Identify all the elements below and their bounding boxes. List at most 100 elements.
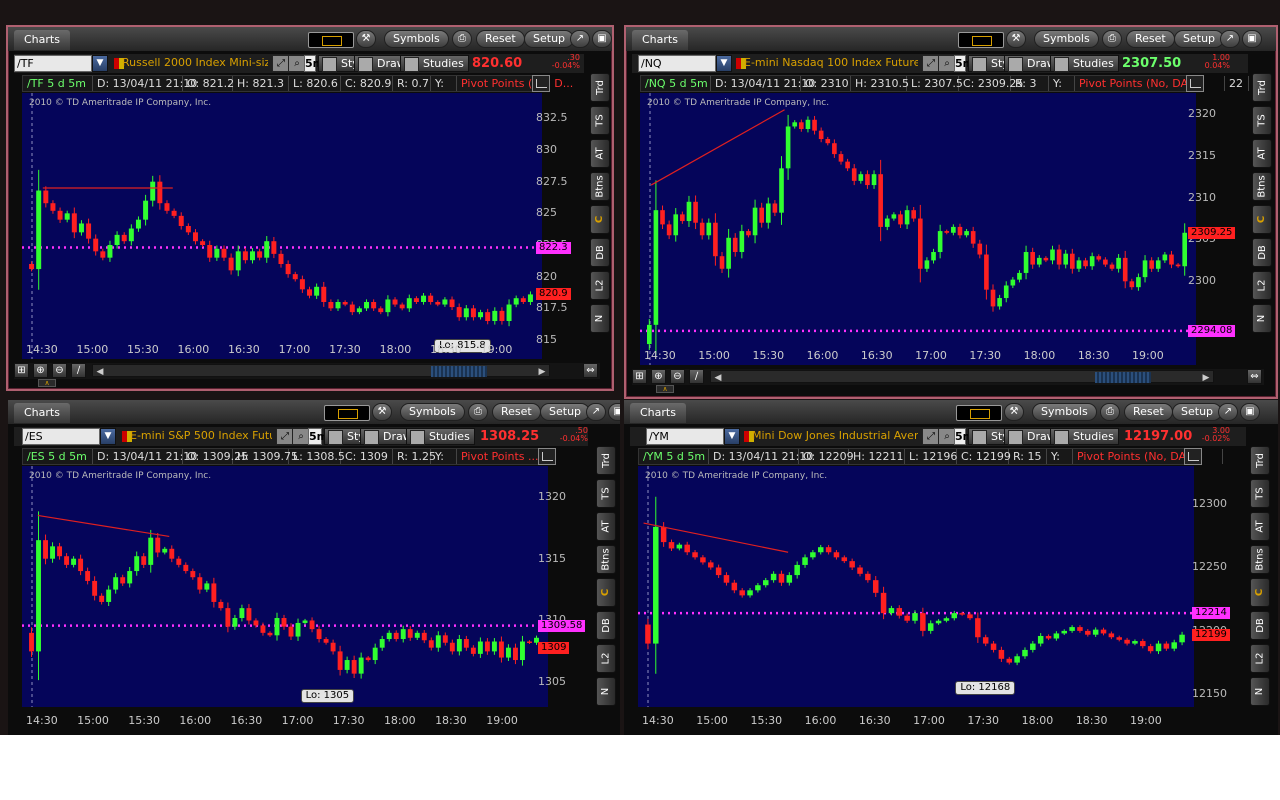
- reset-button[interactable]: Reset: [1124, 403, 1173, 421]
- zoom-in-icon[interactable]: ⊕: [651, 369, 666, 384]
- side-tab-btns[interactable]: Btns: [590, 172, 610, 201]
- timeframe-button[interactable]: 5m: [954, 428, 974, 445]
- scroll-thumb[interactable]: [431, 366, 487, 377]
- symbol-input[interactable]: /NQ: [638, 55, 716, 72]
- close-icon[interactable]: ▣: [1242, 30, 1262, 48]
- side-tab-l2[interactable]: L2: [590, 271, 610, 300]
- zoom-out-icon[interactable]: ⊖: [52, 363, 67, 378]
- charts-tab[interactable]: Charts: [14, 403, 70, 423]
- price-chart[interactable]: 2010 © TD Ameritrade IP Company, Inc. Lo:…: [22, 93, 542, 359]
- expand-icon[interactable]: ⇔: [583, 363, 598, 378]
- grid-icon[interactable]: ⊞: [632, 369, 647, 384]
- side-tab-l2[interactable]: L2: [1252, 271, 1272, 300]
- print-icon[interactable]: ⎙: [1100, 403, 1120, 421]
- timeframe-button[interactable]: 5m: [308, 428, 328, 445]
- studies-button[interactable]: Studies: [406, 428, 475, 445]
- timeframe-button[interactable]: 5m: [304, 55, 324, 72]
- symbol-input[interactable]: /TF: [14, 55, 92, 72]
- expand-icon[interactable]: ⇔: [1247, 369, 1262, 384]
- reset-button[interactable]: Reset: [1126, 30, 1175, 48]
- symbols-button[interactable]: Symbols: [400, 403, 465, 421]
- side-tab-db[interactable]: DB: [1250, 611, 1270, 640]
- wrench-icon[interactable]: ⚒: [1006, 30, 1026, 48]
- side-tab-at[interactable]: AT: [596, 512, 616, 541]
- price-chart[interactable]: 2010 © TD Ameritrade IP Company, Inc.: [640, 93, 1196, 365]
- chart-settings-icon[interactable]: [1184, 448, 1202, 465]
- scroll-right-arrow[interactable]: ▶: [535, 366, 549, 379]
- symbol-dropdown[interactable]: ▼: [716, 55, 732, 72]
- symbol-input[interactable]: /YM: [646, 428, 724, 445]
- symbol-dropdown[interactable]: ▼: [100, 428, 116, 445]
- scroll-track[interactable]: ◀ ▶: [92, 364, 550, 377]
- studies-button[interactable]: Studies: [1050, 428, 1119, 445]
- side-tab-at[interactable]: AT: [1252, 139, 1272, 168]
- side-tab-l2[interactable]: L2: [596, 644, 616, 673]
- scroll-left-arrow[interactable]: ◀: [711, 372, 725, 385]
- side-tab-btns[interactable]: Btns: [1250, 545, 1270, 574]
- symbol-dropdown[interactable]: ▼: [92, 55, 108, 72]
- wrench-icon[interactable]: ⚒: [1004, 403, 1024, 421]
- timeframe-button[interactable]: 5m: [954, 55, 974, 72]
- panel-resize-grip[interactable]: ∧: [656, 385, 674, 393]
- side-tab-trd[interactable]: Trd: [1252, 73, 1272, 102]
- panel-resize-grip[interactable]: ∧: [38, 379, 56, 387]
- pin-icon[interactable]: ↗: [570, 30, 590, 48]
- setup-button[interactable]: Setup: [524, 30, 575, 48]
- side-tab-trd[interactable]: Trd: [1250, 446, 1270, 475]
- side-tab-btns[interactable]: Btns: [1252, 172, 1272, 201]
- side-tab-ts[interactable]: TS: [596, 479, 616, 508]
- side-tab-c[interactable]: C: [1250, 578, 1270, 607]
- draw-line-icon[interactable]: ∕: [71, 363, 86, 378]
- pin-icon[interactable]: ↗: [1218, 403, 1238, 421]
- link-color-swatch[interactable]: [308, 32, 354, 48]
- scroll-left-arrow[interactable]: ◀: [93, 366, 107, 379]
- print-icon[interactable]: ⎙: [452, 30, 472, 48]
- charts-tab[interactable]: Charts: [630, 403, 686, 423]
- symbols-button[interactable]: Symbols: [1032, 403, 1097, 421]
- side-tab-ts[interactable]: TS: [590, 106, 610, 135]
- studies-button[interactable]: Studies: [1050, 55, 1119, 72]
- side-tab-l2[interactable]: L2: [1250, 644, 1270, 673]
- print-icon[interactable]: ⎙: [468, 403, 488, 421]
- wrench-icon[interactable]: ⚒: [356, 30, 376, 48]
- link-color-swatch[interactable]: [324, 405, 370, 421]
- print-icon[interactable]: ⎙: [1102, 30, 1122, 48]
- charts-tab[interactable]: Charts: [14, 30, 70, 50]
- scroll-thumb[interactable]: [1095, 372, 1151, 383]
- side-tab-db[interactable]: DB: [590, 238, 610, 267]
- setup-button[interactable]: Setup: [540, 403, 591, 421]
- zoom-in-icon[interactable]: ⊕: [33, 363, 48, 378]
- side-tab-n[interactable]: N: [1252, 304, 1272, 333]
- trend-line[interactable]: [650, 109, 785, 186]
- zoom-out-icon[interactable]: ⊖: [670, 369, 685, 384]
- grid-icon[interactable]: ⊞: [14, 363, 29, 378]
- side-tab-n[interactable]: N: [1250, 677, 1270, 706]
- side-tab-trd[interactable]: Trd: [590, 73, 610, 102]
- side-tab-c[interactable]: C: [596, 578, 616, 607]
- side-tab-ts[interactable]: TS: [1252, 106, 1272, 135]
- symbols-button[interactable]: Symbols: [384, 30, 449, 48]
- reset-button[interactable]: Reset: [492, 403, 541, 421]
- scroll-right-arrow[interactable]: ▶: [1199, 372, 1213, 385]
- setup-button[interactable]: Setup: [1172, 403, 1223, 421]
- draw-line-icon[interactable]: ∕: [689, 369, 704, 384]
- side-tab-c[interactable]: C: [1252, 205, 1272, 234]
- close-icon[interactable]: ▣: [608, 403, 620, 421]
- side-tab-btns[interactable]: Btns: [596, 545, 616, 574]
- reset-button[interactable]: Reset: [476, 30, 525, 48]
- close-icon[interactable]: ▣: [592, 30, 612, 48]
- side-tab-n[interactable]: N: [590, 304, 610, 333]
- wrench-icon[interactable]: ⚒: [372, 403, 392, 421]
- side-tab-trd[interactable]: Trd: [596, 446, 616, 475]
- side-tab-n[interactable]: N: [596, 677, 616, 706]
- chart-settings-icon[interactable]: [1186, 75, 1204, 92]
- pin-icon[interactable]: ↗: [586, 403, 606, 421]
- link-color-swatch[interactable]: [956, 405, 1002, 421]
- side-tab-at[interactable]: AT: [1250, 512, 1270, 541]
- symbols-button[interactable]: Symbols: [1034, 30, 1099, 48]
- side-tab-db[interactable]: DB: [596, 611, 616, 640]
- side-tab-at[interactable]: AT: [590, 139, 610, 168]
- price-chart[interactable]: 2010 © TD Ameritrade IP Company, Inc. Lo:…: [22, 466, 548, 707]
- studies-button[interactable]: Studies: [400, 55, 469, 72]
- side-tab-ts[interactable]: TS: [1250, 479, 1270, 508]
